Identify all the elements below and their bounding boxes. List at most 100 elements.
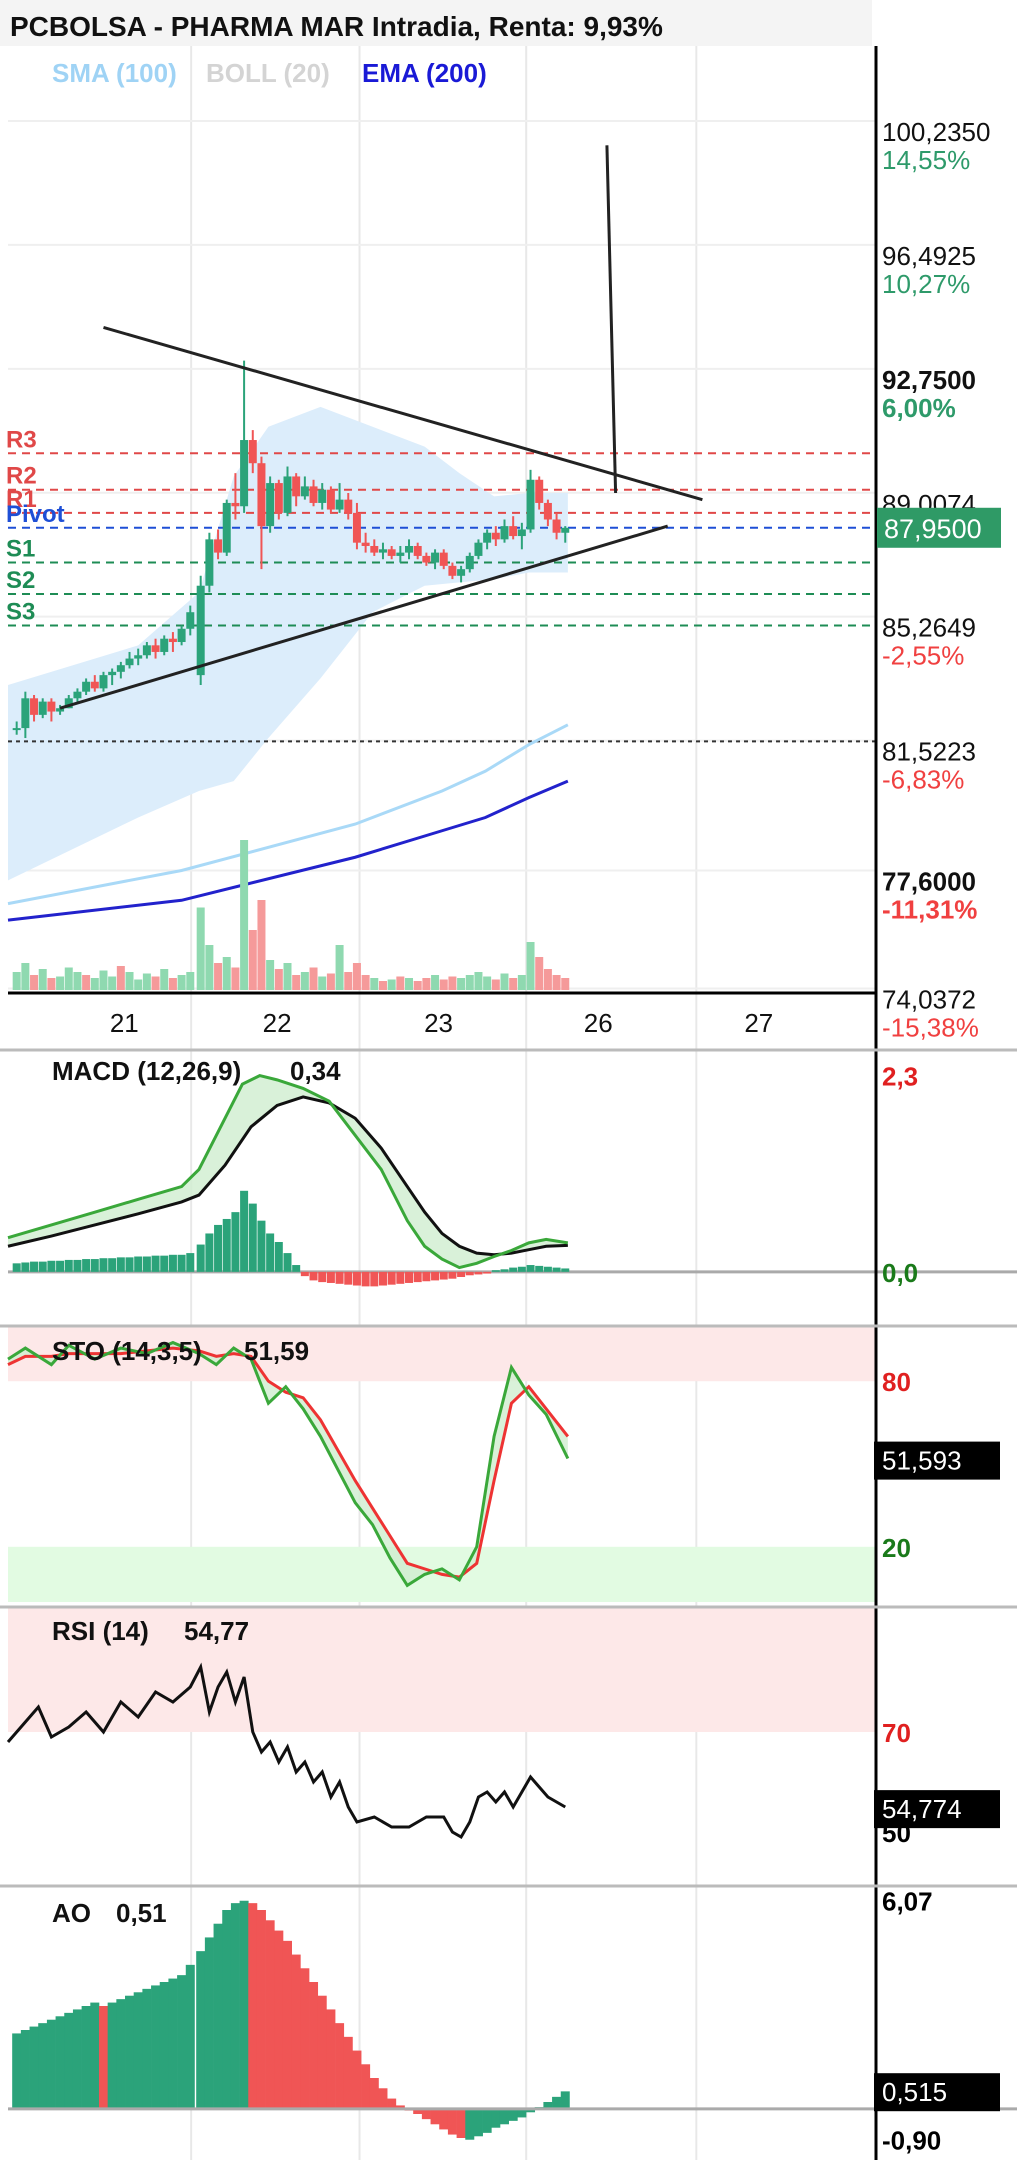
volume-bar <box>222 957 231 990</box>
volume-bar <box>240 840 249 990</box>
candle-body <box>457 569 466 576</box>
sto-axis-label: 20 <box>882 1533 911 1563</box>
macd-hist-bar <box>266 1233 275 1272</box>
volume-bar <box>457 978 466 990</box>
ao-bar <box>317 1995 327 2109</box>
ao-bar <box>133 1992 143 2109</box>
candle-body <box>168 638 177 643</box>
candle-body <box>142 645 151 656</box>
volume-bar <box>125 972 134 990</box>
price-tick: 81,5223 <box>882 737 976 767</box>
candle-body <box>335 499 344 510</box>
volume-bar <box>483 976 492 990</box>
ao-bar <box>326 2009 336 2109</box>
candle-body <box>526 479 535 530</box>
candle-body <box>205 539 214 586</box>
macd-hist-bar <box>326 1271 335 1283</box>
volume-bar <box>196 907 205 990</box>
volume-bar <box>266 960 275 990</box>
rsi-axis-label: 70 <box>882 1718 911 1748</box>
candle-body <box>90 681 99 689</box>
macd-hist-bar <box>439 1271 448 1280</box>
candle-body <box>439 552 448 566</box>
macd-hist-bar <box>561 1268 570 1272</box>
candle-body <box>396 552 405 556</box>
volume-bar <box>300 972 309 990</box>
volume-bar <box>30 975 39 990</box>
volume-bar <box>431 975 440 990</box>
volume-bar <box>177 975 186 990</box>
volume-bar <box>326 973 335 990</box>
chart-title: PCBOLSA - PHARMA MAR Intradia, Renta: 9,… <box>10 11 663 42</box>
macd-hist-bar <box>274 1242 283 1272</box>
candle-body <box>73 691 82 699</box>
sto-current-label: 51,593 <box>882 1446 962 1476</box>
ao-bar <box>508 2108 518 2121</box>
macd-hist-bar <box>509 1267 518 1272</box>
volume-bar <box>257 900 266 990</box>
ao-bar <box>421 2108 431 2120</box>
legend-ema: EMA (200) <box>362 58 487 88</box>
macd-axis-label: 2,3 <box>882 1062 918 1092</box>
candle-body <box>474 542 483 556</box>
macd-hist-bar <box>292 1265 301 1272</box>
candle-body <box>361 542 370 546</box>
candle-body <box>21 698 30 729</box>
ao-bar <box>430 2108 440 2125</box>
macd-hist-bar <box>352 1271 361 1286</box>
volume-bar <box>205 945 214 990</box>
candle-body <box>352 512 361 543</box>
ao-bar <box>473 2108 483 2137</box>
volume-bar <box>116 966 125 990</box>
macd-hist-bar <box>517 1266 526 1272</box>
ao-axis-label: -0,90 <box>882 2126 941 2156</box>
candle-body <box>248 440 257 464</box>
ao-bar <box>142 1988 152 2109</box>
macd-hist-bar <box>344 1271 353 1285</box>
pct-tick: -6,83% <box>882 765 964 795</box>
ao-bar <box>274 1930 284 2109</box>
candle-body <box>125 658 134 666</box>
ao-bar <box>552 2096 562 2109</box>
ao-bar <box>185 1964 195 2109</box>
ao-bar <box>439 2108 449 2130</box>
volume-bar <box>370 978 379 990</box>
macd-hist-bar <box>448 1271 457 1279</box>
ao-bar <box>482 2108 492 2133</box>
macd-hist-bar <box>248 1203 257 1272</box>
volume-bar <box>47 978 56 990</box>
ao-bar <box>46 2019 56 2109</box>
price-tick: 74,0372 <box>882 984 976 1014</box>
ao-bar <box>20 2030 30 2109</box>
volume-bar <box>509 978 518 990</box>
pct-tick: -11,31% <box>882 894 977 924</box>
ao-bar <box>177 1975 187 2109</box>
candle-body <box>186 612 195 629</box>
macd-axis-label: 0,0 <box>882 1258 918 1288</box>
x-tick: 27 <box>744 1008 773 1038</box>
volume-bar <box>405 978 414 990</box>
macd-hist-bar <box>64 1259 73 1272</box>
candle-body <box>274 483 283 513</box>
macd-hist-bar <box>309 1271 318 1281</box>
price-tick: 85,2649 <box>882 613 976 643</box>
volume-bar <box>318 976 327 990</box>
volume-bar <box>448 976 457 990</box>
candle-body <box>82 681 91 692</box>
ao-bar <box>72 2009 82 2109</box>
macd-hist-bar <box>413 1271 422 1283</box>
volume-bar <box>491 979 500 990</box>
macd-hist-bar <box>142 1256 151 1272</box>
macd-hist-bar <box>38 1261 47 1272</box>
chart-background <box>0 0 1017 2172</box>
x-tick: 26 <box>584 1008 613 1038</box>
volume-bar <box>73 972 82 990</box>
macd-hist-bar <box>108 1258 117 1272</box>
candle-body <box>108 671 117 676</box>
macd-hist-bar <box>431 1271 440 1281</box>
ao-bar <box>361 2064 371 2109</box>
current-price-label: 87,9500 <box>884 514 982 544</box>
volume-bar <box>38 969 47 990</box>
pivot-label-s3: S3 <box>6 598 35 625</box>
macd-hist-bar <box>300 1271 309 1277</box>
